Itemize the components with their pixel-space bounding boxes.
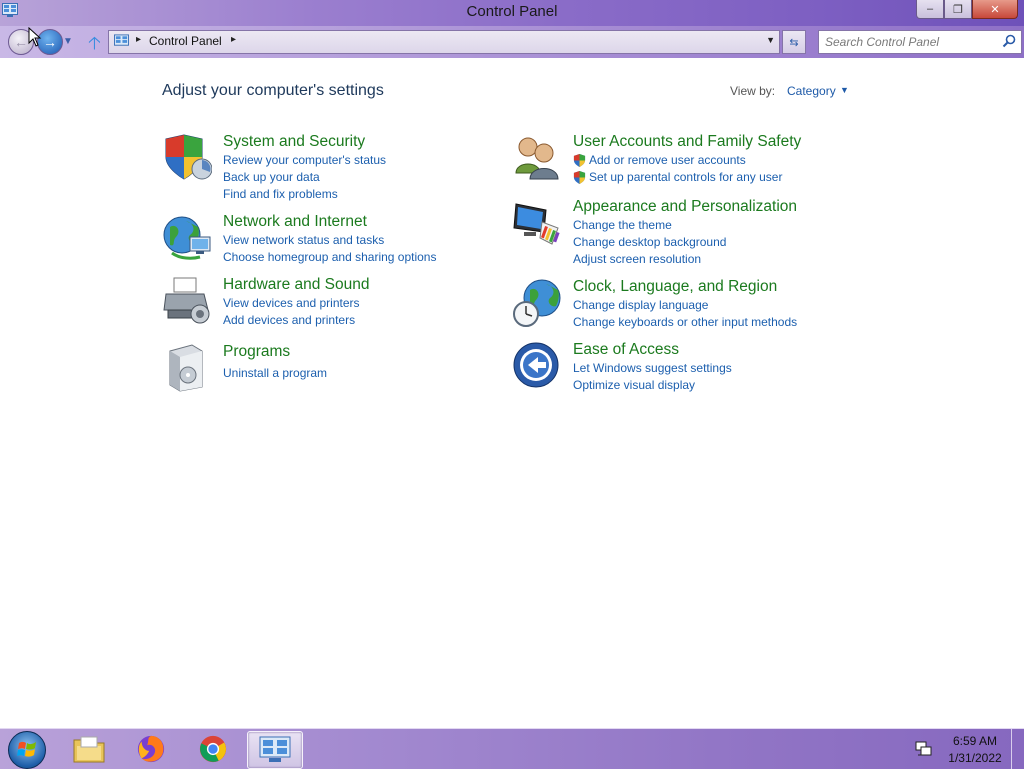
link-parental-controls[interactable]: Set up parental controls for any user	[573, 169, 782, 186]
link-uninstall-program[interactable]: Uninstall a program	[223, 365, 327, 382]
breadcrumb-separator[interactable]: ▸	[231, 34, 236, 45]
minimize-button[interactable]: –	[916, 0, 944, 19]
refresh-button[interactable]: ⇆	[782, 30, 806, 54]
uac-shield-icon	[573, 171, 586, 184]
link-change-keyboards[interactable]: Change keyboards or other input methods	[573, 314, 797, 331]
up-level-button[interactable]: 🡡	[88, 31, 101, 61]
ease-of-access-icon[interactable]	[512, 341, 562, 391]
link-let-windows-suggest[interactable]: Let Windows suggest settings	[573, 360, 732, 377]
network-globe-icon[interactable]	[162, 213, 212, 263]
link-review-status[interactable]: Review your computer's status	[223, 152, 386, 169]
link-add-remove-accounts[interactable]: Add or remove user accounts	[573, 152, 782, 169]
search-icon[interactable]	[1002, 34, 1016, 48]
folder-icon	[73, 736, 105, 763]
taskbar-chrome[interactable]	[186, 731, 240, 767]
category-title[interactable]: Ease of Access	[573, 341, 679, 359]
link-back-up-data[interactable]: Back up your data	[223, 169, 386, 186]
users-icon[interactable]	[512, 133, 562, 183]
address-history-dropdown[interactable]: ▼	[766, 35, 775, 45]
navigation-bar: ← → ▼ 🡡 ▸ Control Panel ▸ ▼ ⇆	[0, 26, 1024, 58]
network-tray-icon[interactable]	[915, 741, 933, 757]
taskbar-firefox[interactable]	[124, 731, 178, 767]
taskbar-control-panel[interactable]	[247, 731, 303, 769]
link-adjust-screen-resolution[interactable]: Adjust screen resolution	[573, 251, 726, 268]
link-change-display-language[interactable]: Change display language	[573, 297, 797, 314]
control-panel-icon	[259, 736, 291, 762]
category-title[interactable]: Appearance and Personalization	[573, 198, 797, 216]
link-change-desktop-background[interactable]: Change desktop background	[573, 234, 726, 251]
view-by-dropdown[interactable]: Category	[787, 84, 836, 98]
link-text[interactable]: Add or remove user accounts	[589, 153, 746, 167]
start-button[interactable]	[8, 731, 46, 769]
restore-button[interactable]: ❐	[944, 0, 972, 19]
link-find-fix-problems[interactable]: Find and fix problems	[223, 186, 386, 203]
link-add-devices-printers[interactable]: Add devices and printers	[223, 312, 360, 329]
category-title[interactable]: Programs	[223, 343, 290, 361]
clock-date[interactable]: 1/31/2022	[940, 751, 1010, 765]
category-title[interactable]: System and Security	[223, 133, 365, 151]
category-title[interactable]: Clock, Language, and Region	[573, 278, 777, 296]
title-bar: Control Panel – ❐ ✕	[0, 0, 1024, 26]
recent-pages-dropdown[interactable]: ▼	[63, 36, 73, 47]
control-panel-content: Adjust your computer's settings View by:…	[0, 58, 1024, 728]
chevron-down-icon[interactable]: ▼	[840, 85, 849, 95]
clock-time[interactable]: 6:59 AM	[940, 734, 1010, 748]
view-by-label: View by:	[730, 84, 776, 98]
search-input[interactable]	[823, 33, 997, 51]
link-optimize-visual-display[interactable]: Optimize visual display	[573, 377, 732, 394]
taskbar: 6:59 AM 1/31/2022	[0, 728, 1024, 769]
link-change-theme[interactable]: Change the theme	[573, 217, 726, 234]
taskbar-file-explorer[interactable]	[62, 731, 116, 767]
control-panel-icon	[114, 34, 129, 46]
window-controls: – ❐ ✕	[916, 0, 1018, 20]
breadcrumb-control-panel[interactable]: Control Panel	[149, 34, 222, 48]
shield-security-icon[interactable]	[162, 133, 212, 183]
address-bar[interactable]: ▸ Control Panel ▸ ▼	[108, 30, 780, 54]
uac-shield-icon	[573, 154, 586, 167]
breadcrumb-separator[interactable]: ▸	[136, 34, 141, 45]
category-title[interactable]: Network and Internet	[223, 213, 367, 231]
printer-hardware-icon[interactable]	[162, 276, 212, 326]
link-text[interactable]: Set up parental controls for any user	[589, 170, 782, 184]
page-heading: Adjust your computer's settings	[162, 82, 384, 99]
monitor-palette-icon[interactable]	[512, 198, 562, 248]
window-title: Control Panel	[466, 3, 558, 20]
link-homegroup-sharing[interactable]: Choose homegroup and sharing options	[223, 249, 436, 266]
mouse-cursor-icon	[28, 27, 42, 47]
programs-box-icon[interactable]	[162, 343, 212, 393]
globe-clock-icon[interactable]	[512, 278, 562, 328]
search-box[interactable]	[818, 30, 1022, 54]
show-desktop-button[interactable]	[1011, 729, 1024, 769]
category-title[interactable]: Hardware and Sound	[223, 276, 370, 294]
firefox-icon	[137, 735, 165, 763]
chrome-icon	[199, 735, 227, 763]
category-title[interactable]: User Accounts and Family Safety	[573, 133, 801, 151]
close-button[interactable]: ✕	[972, 0, 1018, 19]
windows-logo-icon	[17, 741, 36, 757]
link-view-devices-printers[interactable]: View devices and printers	[223, 295, 360, 312]
link-view-network-status[interactable]: View network status and tasks	[223, 232, 436, 249]
